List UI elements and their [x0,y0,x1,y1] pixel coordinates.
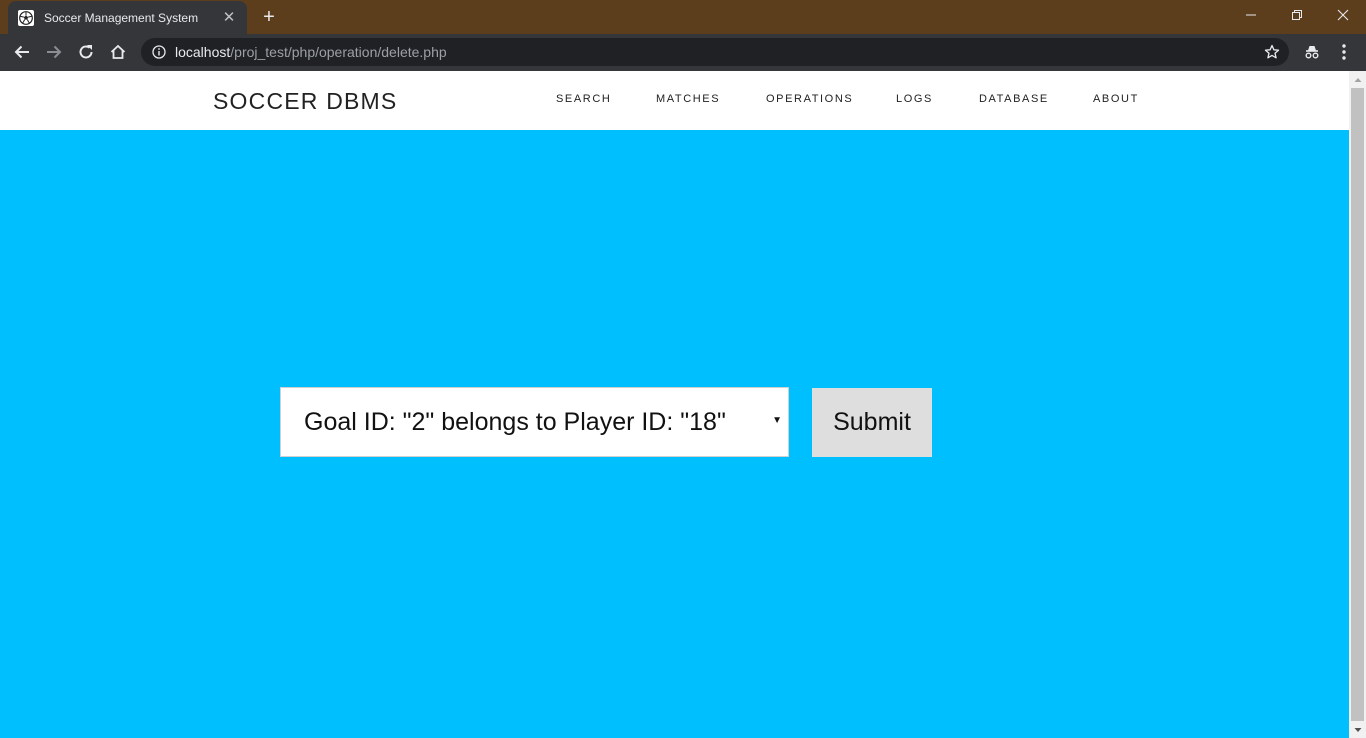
tab-close-icon[interactable]: ✕ [221,9,237,26]
site-brand[interactable]: SOCCER DBMS [213,88,397,115]
scroll-down-arrow-icon[interactable] [1349,721,1366,738]
reload-icon[interactable] [72,38,100,66]
scrollbar-thumb[interactable] [1351,88,1364,721]
back-arrow-icon[interactable] [8,38,36,66]
tab-title: Soccer Management System [44,10,199,25]
url-path: /proj_test/php/operation/delete.php [230,44,447,60]
address-bar[interactable]: localhost/proj_test/php/operation/delete… [141,38,1289,66]
goal-select-value: Goal ID: "2" belongs to Player ID: "18" [304,407,726,436]
menu-dots-icon[interactable] [1330,38,1358,66]
nav-link-database[interactable]: DATABASE [979,93,1049,105]
browser-tab[interactable]: Soccer Management System ✕ [8,1,247,34]
home-icon[interactable] [104,38,132,66]
incognito-icon[interactable] [1298,38,1326,66]
soccer-ball-favicon-icon [18,9,34,26]
goal-select[interactable]: Goal ID: "2" belongs to Player ID: "18" … [280,387,789,457]
nav-link-search[interactable]: SEARCH [556,93,611,105]
restore-icon[interactable] [1274,0,1320,30]
bookmark-star-icon[interactable] [1263,43,1281,61]
site-navbar: SOCCER DBMS SEARCH MATCHES OPERATIONS LO… [0,71,1349,130]
browser-titlebar: Soccer Management System ✕ + [0,0,1366,34]
dropdown-arrow-icon: ▼ [772,415,782,426]
info-icon[interactable] [151,44,167,60]
vertical-scrollbar[interactable] [1349,71,1366,738]
browser-toolbar: localhost/proj_test/php/operation/delete… [0,34,1366,71]
minimize-icon[interactable] [1228,0,1274,30]
nav-link-matches[interactable]: MATCHES [656,93,720,105]
submit-button[interactable]: Submit [812,388,932,457]
nav-link-about[interactable]: ABOUT [1093,93,1139,105]
url-host: localhost [175,44,231,60]
page-viewport: SOCCER DBMS SEARCH MATCHES OPERATIONS LO… [0,71,1349,738]
nav-link-operations[interactable]: OPERATIONS [766,93,853,105]
scroll-up-arrow-icon[interactable] [1349,71,1366,88]
window-close-icon[interactable] [1320,0,1366,30]
forward-arrow-icon[interactable] [40,38,68,66]
nav-link-logs[interactable]: LOGS [896,93,933,105]
new-tab-icon[interactable]: + [258,6,280,28]
